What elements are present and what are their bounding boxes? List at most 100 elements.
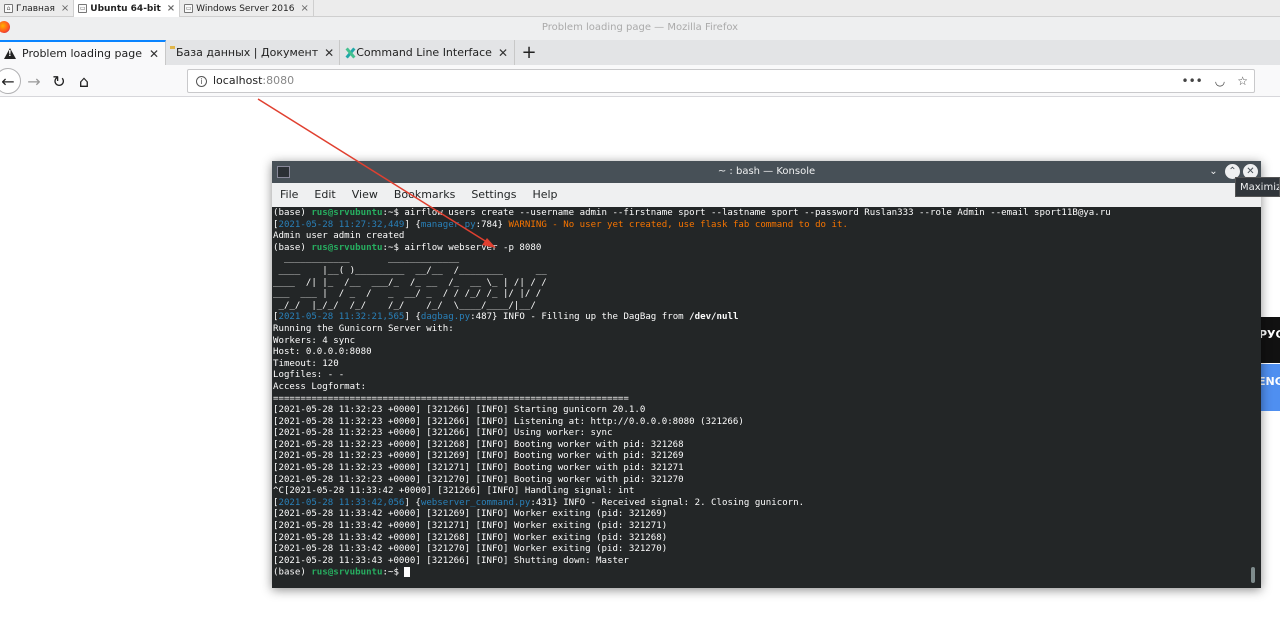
bookmark-star-icon[interactable]: ☆ [1237,70,1248,92]
terminal-line: ____ |__( )_________ __/__ /________ __ [272,266,1261,278]
terminal-text: webserver_command.py [420,497,531,508]
terminal-line: [2021-05-28 11:32:23 +0000] [321266] [IN… [272,405,1261,417]
terminal-line: Host: 0.0.0.0:8080 [272,347,1261,359]
terminal-text: ========================================… [273,393,629,404]
terminal-text: 2021-05-28 11:27:32,449 [278,219,405,230]
scrollbar[interactable] [1251,567,1255,583]
terminal-text: [2021-05-28 11:33:42 +0000] [321271] [IN… [273,521,668,532]
page-actions-icon[interactable]: ••• [1182,70,1203,92]
terminal-line: [2021-05-28 11:32:23 +0000] [321271] [IN… [272,463,1261,475]
terminal-output[interactable]: (base) rus@srvubuntu:~$ airflow users cr… [272,207,1261,588]
menu-settings[interactable]: Settings [463,183,524,207]
terminal-text: (base) [273,242,312,253]
terminal-line: Access Logformat: [272,382,1261,394]
terminal-text: Host: 0.0.0.0:8080 [273,347,372,358]
menu-file[interactable]: File [272,183,306,207]
vm-tab-label: Windows Server 2016 [196,3,295,14]
close-icon[interactable]: × [167,3,175,14]
terminal-text: WARNING - No user yet created, use flask… [508,219,848,230]
vm-tab-home[interactable]: ⌂ Главная × [0,0,75,17]
terminal-text: 2021-05-28 11:33:42,056 [278,497,405,508]
close-icon[interactable]: × [61,3,69,14]
home-button[interactable]: ⌂ [72,70,96,92]
terminal-icon [277,166,290,178]
terminal-text: rus@srvubuntu [311,567,383,578]
tab-database-docs[interactable]: База данных | Документ ✕ [166,40,340,65]
vm-tab-label: Ubuntu 64-bit [90,3,161,14]
terminal-text: ___ ___ | / _ / _ __/ _ / / /_/ /_ |/ |/… [273,289,542,300]
window-title: Problem loading page — Mozilla Firefox [0,17,1280,40]
menu-bookmarks[interactable]: Bookmarks [386,183,463,207]
menu-help[interactable]: Help [524,183,565,207]
minimize-button[interactable]: ⌄ [1206,164,1221,179]
vm-tab-label: Главная [16,3,55,14]
vm-tab-ubuntu[interactable]: ▭ Ubuntu 64-bit × [74,0,181,17]
cursor [404,567,411,578]
back-button[interactable]: ← [0,68,21,94]
terminal-line: Logfiles: - - [272,370,1261,382]
vm-icon: ▭ [184,4,194,13]
terminal-line: [2021-05-28 11:33:42 +0000] [321268] [IN… [272,533,1261,545]
terminal-line: [2021-05-28 11:32:23 +0000] [321266] [IN… [272,417,1261,429]
maximize-tooltip: Maximize [1235,177,1280,197]
terminal-text: [2021-05-28 11:32:23 +0000] [321268] [IN… [273,439,684,450]
konsole-menubar: File Edit View Bookmarks Settings Help [272,183,1261,207]
terminal-line: [2021-05-28 11:33:43 +0000] [321266] [IN… [272,556,1261,568]
url-port: :8080 [262,74,295,87]
pocket-icon[interactable]: ◡ [1215,70,1225,92]
terminal-text: ] { [404,497,421,508]
terminal-line: [2021-05-28 11:33:42,056] {webserver_com… [272,498,1261,510]
close-icon[interactable]: ✕ [149,47,159,61]
vm-icon: ▭ [78,4,88,13]
terminal-text: Workers: 4 sync [273,335,356,346]
terminal-line: ____________ _____________ [272,254,1261,266]
terminal-text: [2021-05-28 11:32:23 +0000] [321269] [IN… [273,451,684,462]
terminal-line: Admin user admin created [272,231,1261,243]
terminal-text: /dev/null [689,312,739,323]
menu-view[interactable]: View [344,183,386,207]
terminal-text: Running the Gunicorn Server with: [273,323,454,334]
terminal-line: [2021-05-28 11:33:42 +0000] [321271] [IN… [272,521,1261,533]
terminal-text: ____ /| |_ /__ ___/_ /_ __ /_ __ \_ | /|… [273,277,547,288]
terminal-line: [2021-05-28 11:32:21,565] {dagbag.py:487… [272,312,1261,324]
terminal-line: [2021-05-28 11:32:23 +0000] [321269] [IN… [272,451,1261,463]
reload-button[interactable]: ↻ [47,70,71,92]
terminal-line: Timeout: 120 [272,359,1261,371]
terminal-line: (base) rus@srvubuntu:~$ airflow users cr… [272,208,1261,220]
terminal-text: :~$ airflow webserver -p 8080 [382,242,542,253]
terminal-line: [2021-05-28 11:32:23 +0000] [321270] [IN… [272,475,1261,487]
vm-tab-windows[interactable]: ▭ Windows Server 2016 × [180,0,314,17]
terminal-text: [2021-05-28 11:32:23 +0000] [321271] [IN… [273,463,684,474]
terminal-line: ____ /| |_ /__ ___/_ /_ __ /_ __ \_ | /|… [272,278,1261,290]
terminal-line: Workers: 4 sync [272,336,1261,348]
terminal-text: :431} INFO - Received signal: 2. Closing… [530,497,805,508]
terminal-text: :~$ [382,567,405,578]
terminal-text: (base) [273,567,312,578]
menu-edit[interactable]: Edit [306,183,343,207]
navigation-bar: ← → ↻ ⌂ i localhost:8080 ••• ◡ ☆ [0,65,1280,97]
terminal-text: Timeout: 120 [273,358,339,369]
new-tab-button[interactable]: + [515,40,543,65]
forward-button[interactable]: → [22,70,46,92]
terminal-text: :~$ airflow users create --username admi… [382,208,1111,218]
terminal-text: ____________ _____________ [273,254,460,265]
url-bar[interactable]: i localhost:8080 ••• ◡ ☆ [187,69,1255,93]
home-icon: ⌂ [4,4,13,13]
terminal-line: [2021-05-28 11:27:32,449] {manager.py:78… [272,220,1261,232]
terminal-text: ] { [404,219,421,230]
tab-command-line-interface[interactable]: Command Line Interface ✕ [340,40,515,65]
terminal-text: ] { [404,312,421,323]
terminal-text: [2021-05-28 11:32:23 +0000] [321266] [IN… [273,405,646,416]
info-icon[interactable]: i [196,75,207,87]
tab-problem-loading[interactable]: Problem loading page ✕ [0,40,166,65]
close-icon[interactable]: × [300,3,308,14]
terminal-text: [2021-05-28 11:33:42 +0000] [321270] [IN… [273,544,668,555]
terminal-text: ^C[2021-05-28 11:33:42 +0000] [321266] [… [273,486,635,497]
konsole-title: ~ : bash — Konsole [717,166,816,177]
close-icon[interactable]: ✕ [324,46,334,60]
terminal-line: _/_/ |_/_/ /_/ /_/ /_/ \____/____/|__/ [272,301,1261,313]
browser-tab-strip: Problem loading page ✕ База данных | Док… [0,40,1280,65]
terminal-text: 2021-05-28 11:32:21,565 [278,312,405,323]
terminal-text: rus@srvubuntu [311,208,383,218]
close-icon[interactable]: ✕ [498,46,508,60]
